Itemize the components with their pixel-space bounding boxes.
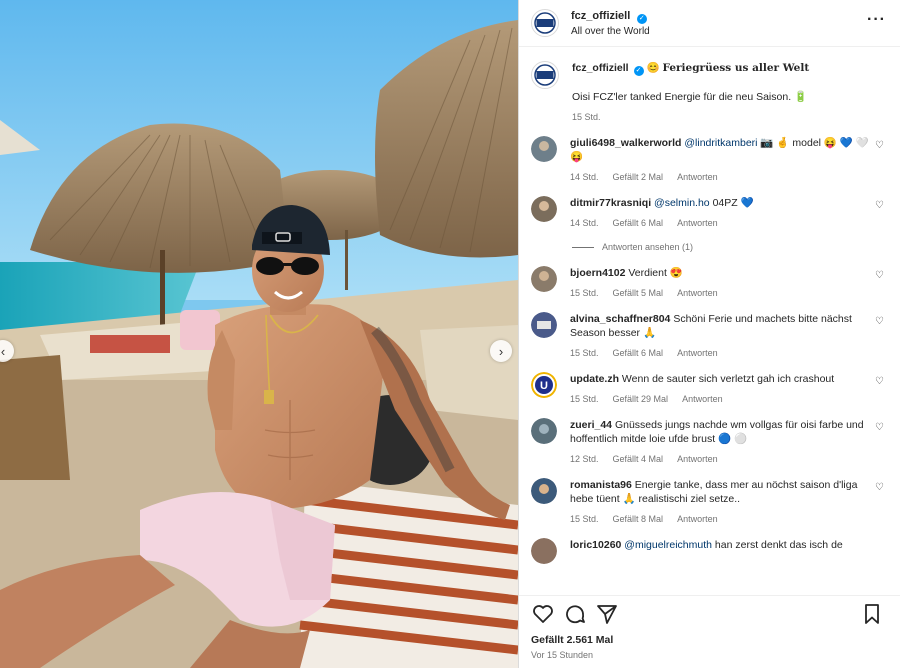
comment-icon[interactable] bbox=[563, 602, 587, 626]
reply-button[interactable]: Antworten bbox=[677, 512, 718, 526]
comment: zueri_44 Gnüsseds jungs nachde wm vollga… bbox=[531, 418, 888, 466]
comment-likes[interactable]: Gefällt 6 Mal bbox=[613, 216, 664, 230]
comment-username[interactable]: zueri_44 bbox=[570, 419, 612, 431]
view-replies-button[interactable]: Antworten ansehen (1) bbox=[572, 240, 888, 254]
comment-mention[interactable]: @lindritkamberi bbox=[684, 137, 757, 149]
caption-text: Oisi FCZ'ler tanked Energie für die neu … bbox=[572, 91, 792, 103]
commenter-avatar[interactable] bbox=[531, 418, 557, 444]
reply-button[interactable]: Antworten bbox=[677, 346, 718, 360]
caption-title: Feriegrüess us aller Welt bbox=[662, 62, 810, 74]
commenter-avatar[interactable]: U bbox=[531, 372, 557, 398]
comment-text-2: 😝 bbox=[570, 151, 584, 163]
comment-time: 15 Std. bbox=[570, 394, 599, 404]
heart-icon[interactable]: ♡ bbox=[875, 140, 884, 151]
heart-icon[interactable]: ♡ bbox=[875, 200, 884, 211]
reply-button[interactable]: Antworten bbox=[677, 170, 718, 184]
commenter-avatar[interactable] bbox=[531, 478, 557, 504]
comment-username[interactable]: alvina_schaffner804 bbox=[570, 313, 670, 325]
sun-emoji-icon: 😊 bbox=[646, 62, 660, 74]
commenter-avatar[interactable] bbox=[531, 136, 557, 162]
account-location[interactable]: All over the World bbox=[571, 24, 650, 39]
commenter-avatar[interactable] bbox=[531, 266, 557, 292]
fcz-logo bbox=[534, 12, 556, 34]
comment-likes[interactable]: Gefällt 5 Mal bbox=[613, 286, 664, 300]
reply-button[interactable]: Antworten bbox=[677, 286, 718, 300]
post-sidebar: fcz_offiziell ✓ All over the World ··· f… bbox=[518, 0, 900, 668]
heart-icon[interactable]: ♡ bbox=[875, 422, 884, 433]
comment-likes[interactable]: Gefällt 29 Mal bbox=[613, 392, 669, 406]
reply-button[interactable]: Antworten bbox=[677, 452, 718, 466]
comment-username[interactable]: update.zh bbox=[570, 373, 619, 385]
heart-icon[interactable]: ♡ bbox=[875, 316, 884, 327]
verified-icon: ✓ bbox=[633, 66, 644, 76]
reply-button[interactable]: Antworten bbox=[677, 216, 718, 230]
comment-username[interactable]: loric10260 bbox=[570, 539, 621, 551]
comment-username[interactable]: ditmir77krasniqi bbox=[570, 197, 651, 209]
comment-username[interactable]: romanista96 bbox=[570, 479, 632, 491]
comment: U update.zh Wenn de sauter sich verletzt… bbox=[531, 372, 888, 406]
post-age: Vor 15 Stunden bbox=[531, 650, 594, 660]
comment-likes[interactable]: Gefällt 4 Mal bbox=[613, 452, 664, 466]
comment-username[interactable]: bjoern4102 bbox=[570, 267, 625, 279]
view-replies-label: Antworten ansehen (1) bbox=[602, 242, 694, 252]
comment-likes[interactable]: Gefällt 8 Mal bbox=[613, 512, 664, 526]
caption-avatar[interactable] bbox=[531, 61, 559, 89]
commenter-avatar[interactable] bbox=[531, 538, 557, 564]
battery-emoji-icon: 🔋 bbox=[794, 91, 808, 103]
beach-photo bbox=[0, 0, 518, 668]
comment-time: 12 Std. bbox=[570, 454, 599, 464]
comment-likes[interactable]: Gefällt 6 Mal bbox=[613, 346, 664, 360]
comment-username[interactable]: giuli6498_walkerworld bbox=[570, 137, 681, 149]
heart-icon[interactable]: ♡ bbox=[875, 482, 884, 493]
heart-icon[interactable]: ♡ bbox=[875, 376, 884, 387]
comment-likes[interactable]: Gefällt 2 Mal bbox=[613, 170, 664, 184]
commenter-avatar[interactable] bbox=[531, 312, 557, 338]
bookmark-icon[interactable] bbox=[860, 602, 884, 626]
fcz-logo bbox=[534, 64, 556, 86]
share-icon[interactable] bbox=[595, 602, 619, 626]
chevron-right-icon[interactable]: › bbox=[490, 340, 512, 362]
post-header: fcz_offiziell ✓ All over the World ··· bbox=[519, 0, 900, 47]
comment-time: 15 Std. bbox=[570, 288, 599, 298]
comment-text: 04PZ 💙 bbox=[712, 197, 754, 209]
comment-text: Wenn de sauter sich verletzt gah ich cra… bbox=[621, 373, 835, 385]
comment: alvina_schaffner804 Schöni Ferie und mac… bbox=[531, 312, 888, 360]
caption-time: 15 Std. bbox=[572, 112, 601, 122]
svg-text:U: U bbox=[540, 380, 548, 392]
comment-text: han zerst denkt das isch de bbox=[714, 539, 843, 551]
comment: ditmir77krasniqi @selmin.ho 04PZ 💙 14 St… bbox=[531, 196, 888, 230]
comment-text: Gnüsseds jungs nachde wm vollgas für ois… bbox=[570, 419, 864, 445]
comment-mention[interactable]: @miguelreichmuth bbox=[624, 539, 712, 551]
commenter-avatar[interactable] bbox=[531, 196, 557, 222]
post-photo[interactable]: ‹ › bbox=[0, 0, 518, 668]
comment: romanista96 Energie tanke, dass mer au n… bbox=[531, 478, 888, 526]
more-icon[interactable]: ··· bbox=[867, 11, 886, 29]
heart-icon[interactable] bbox=[531, 602, 555, 626]
comment: loric10260 @miguelreichmuth han zerst de… bbox=[531, 538, 888, 564]
likes-count[interactable]: Gefällt 2.561 Mal bbox=[519, 632, 900, 648]
comment-mention[interactable]: @selmin.ho bbox=[654, 197, 710, 209]
account-username[interactable]: fcz_offiziell bbox=[571, 10, 630, 22]
caption-username[interactable]: fcz_offiziell bbox=[572, 62, 629, 74]
comment-time: 15 Std. bbox=[570, 348, 599, 358]
caption: fcz_offiziell ✓ 😊 Feriegrüess us aller W… bbox=[531, 61, 888, 124]
post-modal: ‹ › fcz_offiziell ✓ All over the World ·… bbox=[0, 0, 900, 668]
comment-time: 15 Std. bbox=[570, 514, 599, 524]
comment-time: 14 Std. bbox=[570, 218, 599, 228]
verified-icon: ✓ bbox=[636, 14, 647, 24]
comment: bjoern4102 Verdient 😍 15 Std. Gefällt 5 … bbox=[531, 266, 888, 300]
comment-text: 📷 🤞 model 😝 💙 🤍 bbox=[760, 137, 869, 149]
reply-button[interactable]: Antworten bbox=[682, 392, 723, 406]
comment: giuli6498_walkerworld @lindritkamberi 📷 … bbox=[531, 136, 888, 184]
comments-list[interactable]: fcz_offiziell ✓ 😊 Feriegrüess us aller W… bbox=[519, 47, 900, 595]
account-avatar[interactable] bbox=[531, 9, 559, 37]
comment-time: 14 Std. bbox=[570, 172, 599, 182]
comment-text: Verdient 😍 bbox=[628, 267, 683, 279]
action-bar bbox=[519, 595, 900, 632]
heart-icon[interactable]: ♡ bbox=[875, 270, 884, 281]
divider bbox=[572, 246, 594, 248]
